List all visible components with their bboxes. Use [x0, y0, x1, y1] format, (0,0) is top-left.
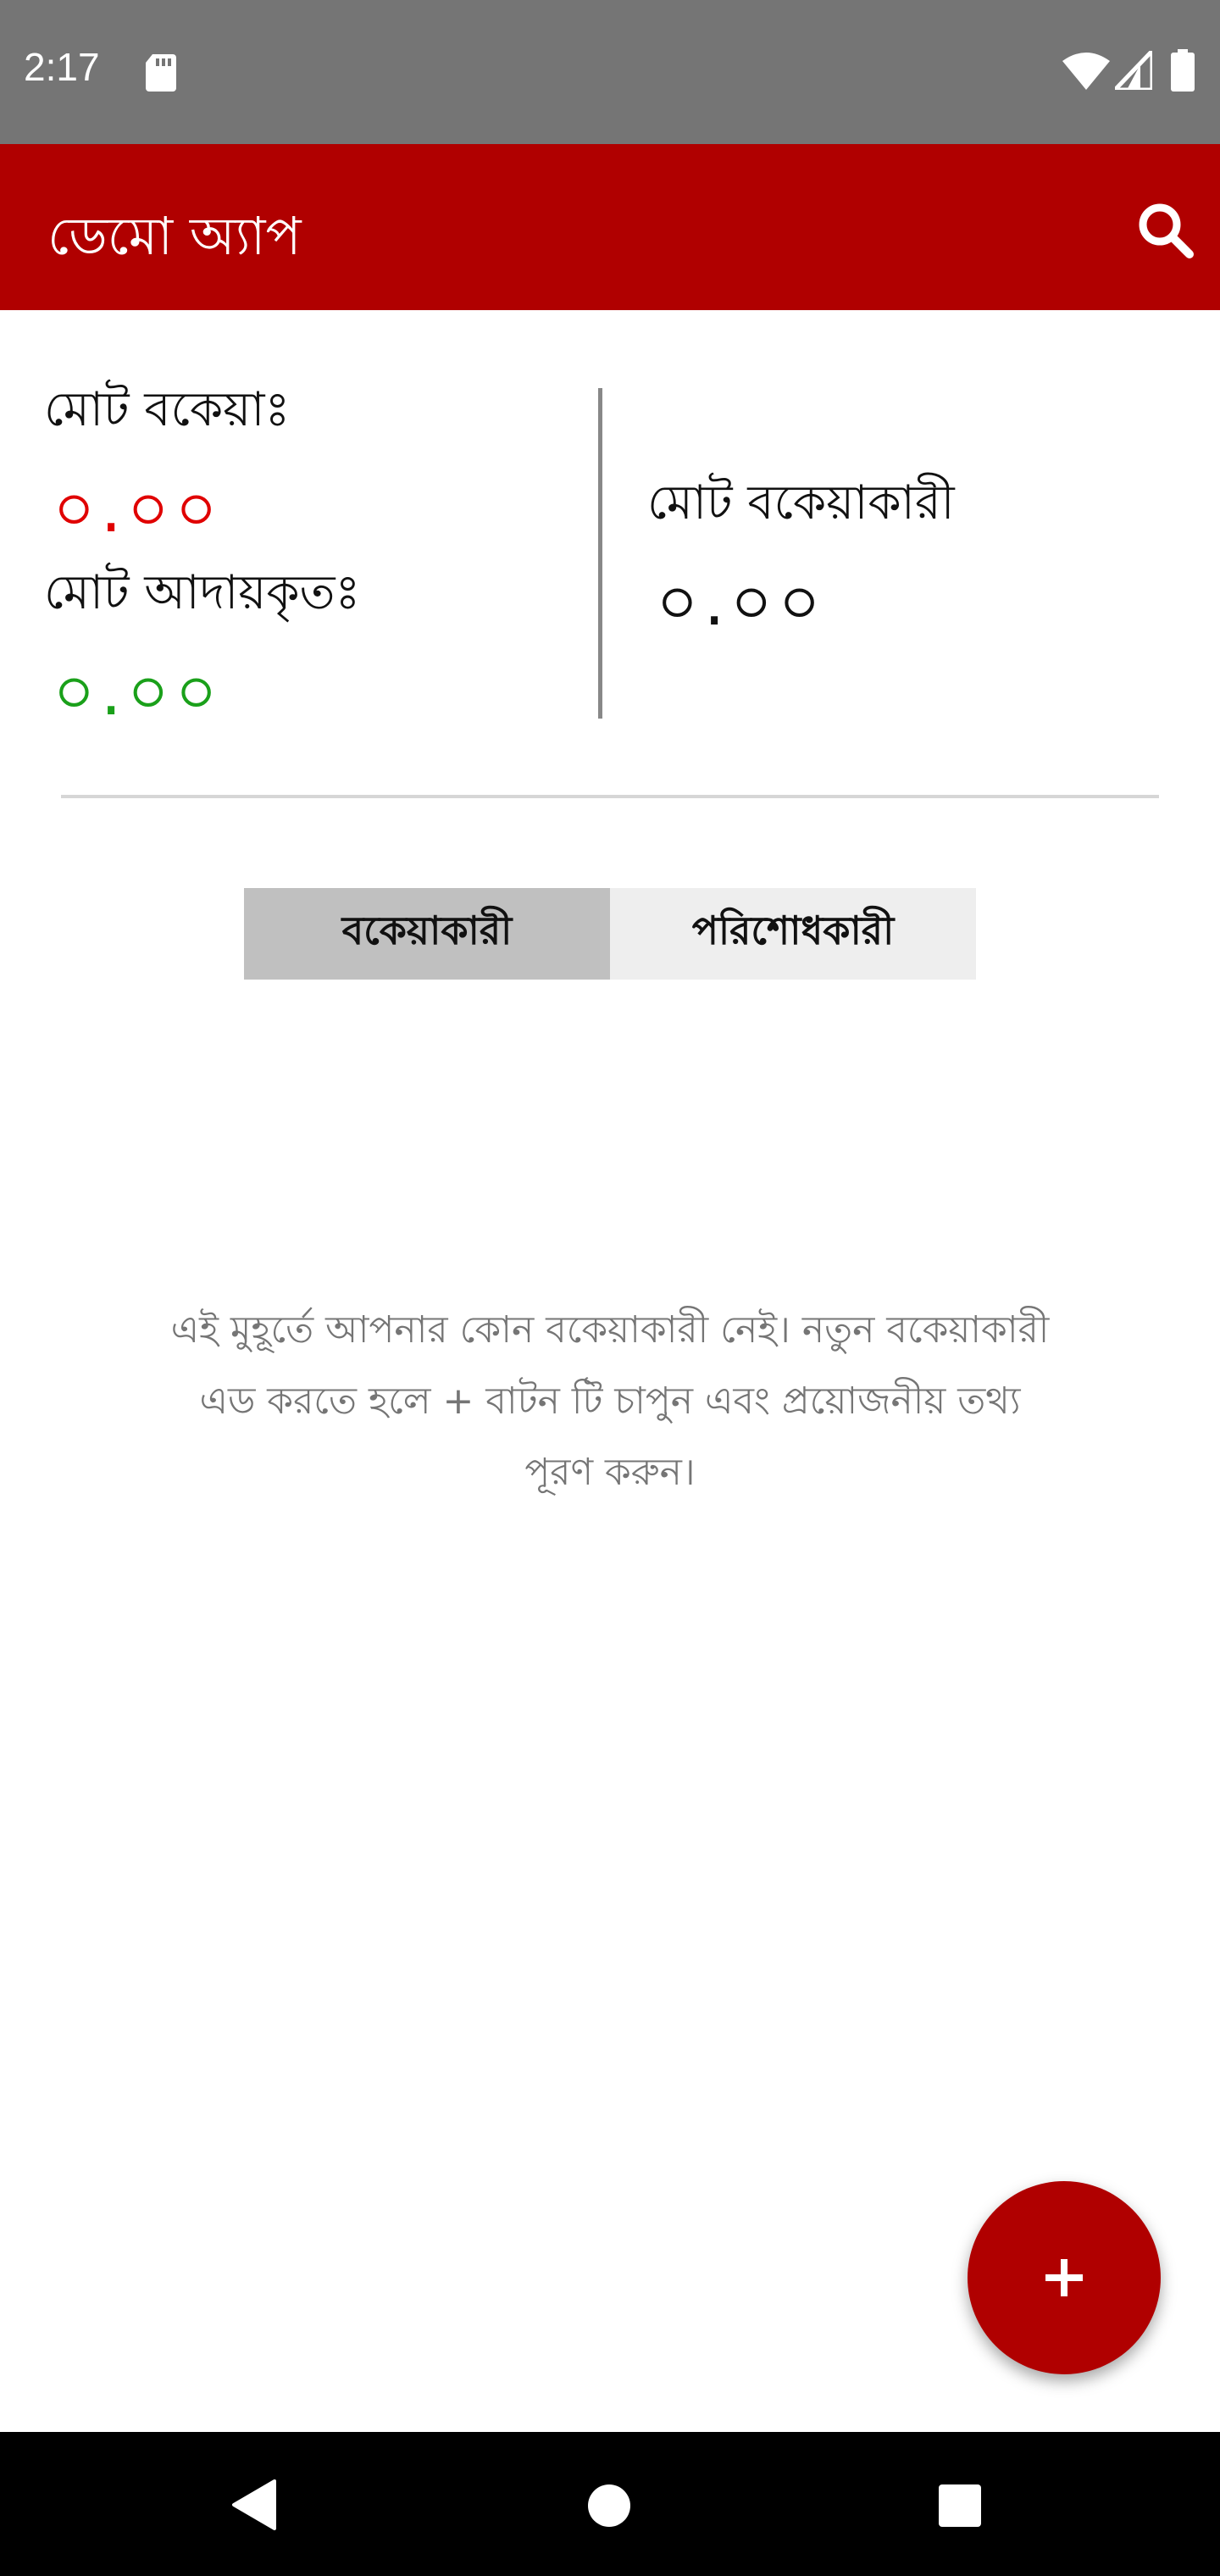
plus-icon	[1045, 2259, 1083, 2296]
total-debtors-label: মোট বকেয়াকারী	[647, 475, 955, 530]
tab-debtors[interactable]: বকেয়াকারী	[244, 888, 610, 980]
total-due-value: ০.০০	[53, 471, 223, 547]
tab-payers[interactable]: পরিশোধকারী	[610, 888, 976, 980]
total-collected-value: ০.০০	[53, 654, 223, 730]
empty-state-message: এই মুহূর্তে আপনার কোন বকেয়াকারী নেই। নত…	[170, 1308, 1050, 1494]
total-debtors-value: ০.০০	[656, 564, 826, 641]
horizontal-divider	[61, 795, 1159, 798]
status-bar: 2:17	[0, 0, 1220, 144]
total-due-label: মোট বকেয়াঃ	[44, 382, 291, 437]
total-collected-label: মোট আদায়কৃতঃ	[44, 565, 361, 620]
home-icon[interactable]	[586, 2483, 632, 2529]
add-debtor-button[interactable]	[968, 2181, 1161, 2374]
signal-icon	[1115, 51, 1152, 90]
search-icon[interactable]	[1135, 200, 1196, 261]
back-icon[interactable]	[230, 2479, 278, 2530]
recents-icon[interactable]	[937, 2483, 983, 2529]
sd-card-icon	[146, 54, 176, 92]
tab-debtors-label: বকেয়াকারী	[341, 908, 513, 953]
battery-icon	[1171, 49, 1195, 92]
wifi-icon	[1062, 53, 1110, 90]
vertical-divider	[598, 388, 602, 719]
app-title: ডেমো অ্যাপ	[47, 205, 302, 267]
app-bar: ডেমো অ্যাপ	[0, 144, 1220, 310]
tab-payers-label: পরিশোধকারী	[691, 908, 895, 953]
status-time: 2:17	[24, 45, 100, 89]
